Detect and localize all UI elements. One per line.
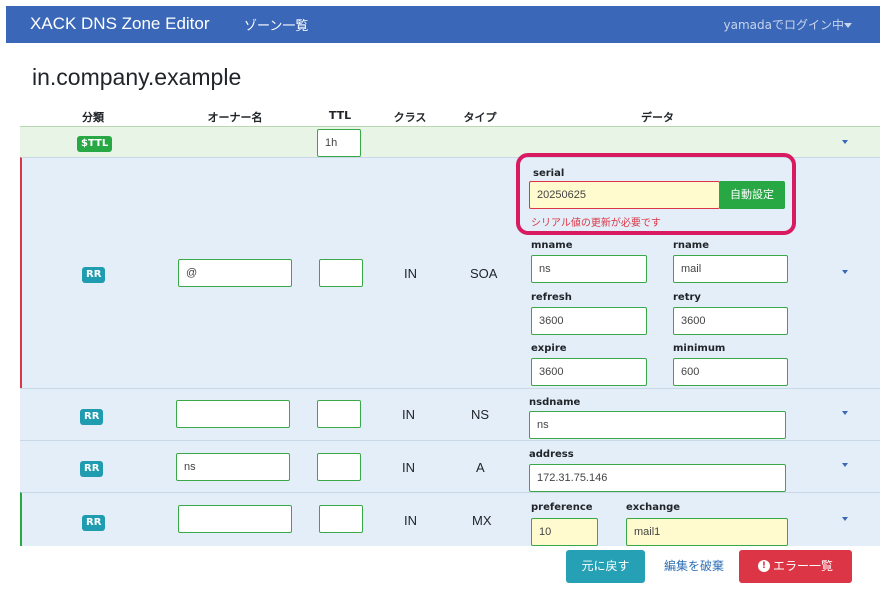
minimum-label: minimum [673, 343, 726, 354]
caret-down-icon[interactable] [842, 517, 848, 521]
caret-down-icon[interactable] [842, 411, 848, 415]
ttl-input[interactable] [319, 259, 363, 287]
app-brand[interactable]: XACK DNS Zone Editor [30, 14, 210, 34]
type-cell: NS [471, 407, 490, 422]
header-data: データ [641, 111, 674, 124]
owner-input[interactable] [176, 400, 290, 428]
rr-badge: RR [82, 267, 106, 283]
class-cell: IN [404, 266, 417, 281]
rname-label: rname [673, 240, 710, 251]
discard-edits-link[interactable]: 編集を破棄 [656, 550, 732, 583]
preference-input[interactable]: 10 [531, 518, 598, 546]
header-type: タイプ [463, 111, 497, 124]
mname-input[interactable]: ns [531, 255, 647, 283]
rr-badge: RR [82, 515, 106, 531]
type-cell: A [476, 460, 485, 475]
zone-title: in.company.example [32, 64, 242, 90]
type-cell: SOA [470, 266, 498, 281]
refresh-label: refresh [531, 292, 572, 303]
revert-button[interactable]: 元に戻す [566, 550, 645, 583]
ttl-input[interactable] [317, 400, 361, 428]
header-class: クラス [393, 111, 427, 124]
address-label: address [529, 449, 574, 460]
rname-input[interactable]: mail [673, 255, 788, 283]
nsdname-label: nsdname [529, 397, 581, 408]
ttl-input[interactable] [319, 505, 363, 533]
refresh-input[interactable]: 3600 [531, 307, 647, 335]
class-cell: IN [402, 407, 415, 422]
exchange-label: exchange [626, 502, 681, 513]
rr-badge: RR [80, 409, 104, 425]
owner-input[interactable] [178, 505, 292, 533]
exclamation-circle-icon: ! [757, 559, 770, 572]
header-owner: オーナー名 [207, 111, 263, 124]
mx-row: RR IN MX preference 10 exchange mail1 [20, 492, 880, 546]
owner-input[interactable]: ns [176, 453, 290, 481]
error-list-button[interactable]: ! エラー一覧 [739, 550, 852, 583]
caret-down-icon[interactable] [842, 463, 848, 467]
header-category: 分類 [82, 111, 104, 124]
zone-list-link[interactable]: ゾーン一覧 [244, 15, 308, 34]
retry-input[interactable]: 3600 [673, 307, 788, 335]
ttl-default-input[interactable]: 1h [317, 129, 361, 157]
mname-label: mname [531, 240, 573, 251]
expire-input[interactable]: 3600 [531, 358, 647, 386]
expire-label: expire [531, 343, 567, 354]
ttl-badge: $TTL [77, 136, 113, 152]
minimum-input[interactable]: 600 [673, 358, 788, 386]
class-cell: IN [402, 460, 415, 475]
ttl-input[interactable] [317, 453, 361, 481]
ns-row: RR IN NS nsdname ns [20, 388, 880, 440]
navbar: XACK DNS Zone Editor ゾーン一覧 yamadaでログイン中 [6, 6, 880, 43]
error-list-label: エラー一覧 [772, 559, 833, 573]
caret-down-icon[interactable] [842, 140, 848, 144]
class-cell: IN [404, 513, 417, 528]
retry-label: retry [673, 292, 701, 303]
a-row: RR ns IN A address 172.31.75.146 [20, 440, 880, 492]
serial-highlight [516, 153, 796, 235]
user-menu[interactable]: yamadaでログイン中 [724, 16, 844, 33]
rr-badge: RR [80, 461, 104, 477]
address-input[interactable]: 172.31.75.146 [529, 464, 786, 492]
caret-down-icon[interactable] [844, 23, 852, 28]
nsdname-input[interactable]: ns [529, 411, 786, 439]
owner-input[interactable]: @ [178, 259, 292, 287]
exchange-input[interactable]: mail1 [626, 518, 788, 546]
caret-down-icon[interactable] [842, 270, 848, 274]
preference-label: preference [531, 502, 593, 513]
type-cell: MX [472, 513, 492, 528]
header-ttl: TTL [328, 109, 352, 122]
